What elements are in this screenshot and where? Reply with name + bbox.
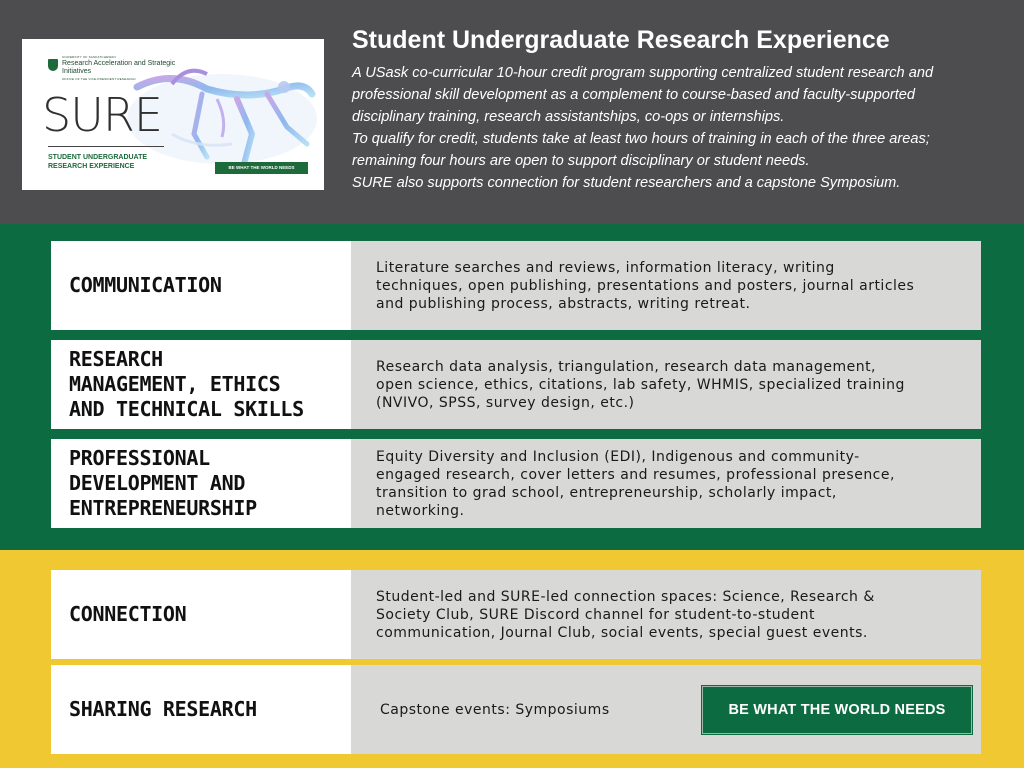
area-row-professional-development: PROFESSIONAL DEVELOPMENT AND ENTREPRENEU… — [51, 439, 981, 528]
intro-line: SURE also supports connection for studen… — [352, 175, 901, 191]
area-description: Literature searches and reviews, informa… — [351, 241, 981, 330]
sure-wordmark: SURE — [42, 88, 163, 142]
area-label: PROFESSIONAL DEVELOPMENT AND ENTREPRENEU… — [51, 439, 351, 528]
university-crest-icon — [48, 59, 58, 71]
logo-unit-name: Research Acceleration and Strategic Init… — [62, 60, 176, 75]
intro-line: professional skill development as a comp… — [352, 87, 915, 103]
area-label: RESEARCH MANAGEMENT, ETHICS AND TECHNICA… — [51, 340, 351, 429]
area-description: Research data analysis, triangulation, r… — [351, 340, 981, 429]
tagline-badge: BE WHAT THE WORLD NEEDS — [701, 685, 973, 735]
area-description: Student-led and SURE-led connection spac… — [351, 570, 981, 659]
area-label: CONNECTION — [51, 570, 351, 659]
intro-line: A USask co-curricular 10-hour credit pro… — [352, 65, 934, 81]
area-description: Equity Diversity and Inclusion (EDI), In… — [351, 439, 981, 528]
intro-line: remaining four hours are open to support… — [352, 153, 810, 169]
intro-line: To qualify for credit, students take at … — [352, 131, 930, 147]
logo-tagline: BE WHAT THE WORLD NEEDS — [215, 162, 308, 174]
area-row-connection: CONNECTION Student-led and SURE-led conn… — [51, 570, 981, 659]
area-row-communication: COMMUNICATION Literature searches and re… — [51, 241, 981, 330]
page-title: Student Undergraduate Research Experienc… — [352, 26, 890, 54]
area-row-research-management: RESEARCH MANAGEMENT, ETHICS AND TECHNICA… — [51, 340, 981, 429]
program-intro: A USask co-curricular 10-hour credit pro… — [352, 62, 1002, 194]
area-label: COMMUNICATION — [51, 241, 351, 330]
logo-subtitle: STUDENT UNDERGRADUATE RESEARCH EXPERIENC… — [48, 154, 148, 170]
intro-line: disciplinary training, research assistan… — [352, 109, 785, 125]
logo-office-name: OFFICE OF THE VICE-PRESIDENT RESEARCH — [62, 77, 136, 81]
area-label: SHARING RESEARCH — [51, 665, 351, 754]
sure-logo-card: UNIVERSITY OF SASKATCHEWAN Research Acce… — [22, 39, 324, 190]
wordmark-divider — [48, 146, 164, 147]
logo-university-name: UNIVERSITY OF SASKATCHEWAN — [62, 55, 116, 59]
